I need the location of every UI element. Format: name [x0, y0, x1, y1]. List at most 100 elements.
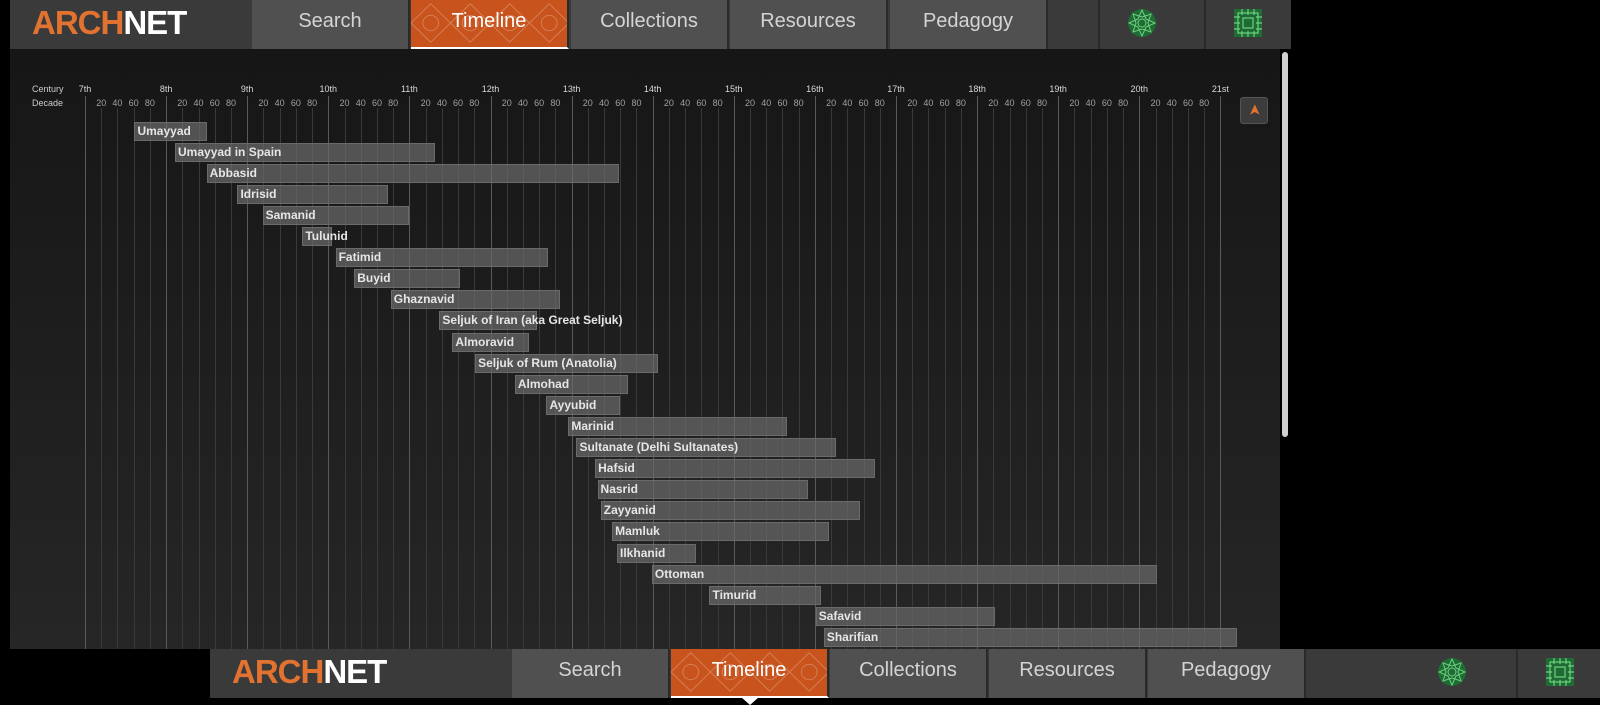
tab-timeline-bottom[interactable]: Timeline — [671, 649, 829, 705]
dynasty-label[interactable]: Seljuk of Iran (aka Great Seljuk) — [442, 311, 622, 330]
decade-tick-label: 60 — [453, 98, 464, 108]
dynasty-bar[interactable] — [823, 627, 1237, 647]
dynasty-label[interactable]: Mamluk — [615, 522, 660, 541]
century-tick-label: 18th — [968, 84, 986, 94]
tab-pedagogy[interactable]: Pedagogy — [890, 0, 1048, 49]
dynasty-label[interactable]: Hafsid — [598, 459, 635, 478]
decade-tick-label: 40 — [842, 98, 853, 108]
decade-gridline — [117, 108, 119, 649]
decade-gridline — [182, 108, 184, 649]
dynasty-label[interactable]: Samanid — [266, 206, 316, 225]
decade-tick-label: 80 — [469, 98, 480, 108]
decade-tick-label: 20 — [1069, 98, 1080, 108]
dynasty-label[interactable]: Tulunid — [305, 227, 347, 246]
decade-gridline — [230, 108, 232, 649]
lattice-button-bottom[interactable] — [1516, 649, 1600, 698]
decade-gridline — [474, 108, 476, 649]
tab-collections[interactable]: Collections — [571, 0, 729, 49]
century-tick-label: 19th — [1049, 84, 1067, 94]
century-tick-label: 16th — [806, 84, 824, 94]
tab-timeline[interactable]: Timeline — [411, 0, 569, 56]
decade-tick-label: 80 — [1199, 98, 1210, 108]
decade-gridline — [101, 108, 103, 649]
dynasty-label[interactable]: Timurid — [712, 586, 756, 605]
decade-tick-label: 40 — [680, 98, 691, 108]
dynasty-label[interactable]: Umayyad — [137, 122, 190, 141]
decade-tick-label: 20 — [339, 98, 350, 108]
century-tick-label: 11th — [400, 84, 418, 94]
decade-tick-label: 40 — [1166, 98, 1177, 108]
decade-gridline — [1187, 108, 1189, 649]
decade-tick-label: 20 — [826, 98, 837, 108]
tab-search[interactable]: Search — [252, 0, 410, 49]
decade-tick-label: 40 — [193, 98, 204, 108]
dynasty-bar[interactable] — [206, 163, 619, 183]
dynasty-label[interactable]: Marinid — [571, 417, 614, 436]
archnet-logo-bottom[interactable]: ARCHNET — [232, 653, 387, 691]
decade-tick-label: 40 — [517, 98, 528, 108]
decade-tick-label: 20 — [907, 98, 918, 108]
decade-gridline — [393, 108, 395, 649]
dynasty-label[interactable]: Ilkhanid — [620, 544, 665, 563]
decade-gridline — [506, 108, 508, 649]
archnet-logo[interactable]: ARCHNET — [32, 4, 187, 42]
dynasty-label[interactable]: Safavid — [819, 607, 862, 626]
century-tick-label: 17th — [887, 84, 905, 94]
tab-pedagogy-bottom[interactable]: Pedagogy — [1148, 649, 1306, 698]
dynasty-label[interactable]: Zayyanid — [604, 501, 656, 520]
century-tick-label: 10th — [319, 84, 338, 94]
dynasty-label[interactable]: Idrisid — [240, 185, 276, 204]
tab-search-bottom[interactable]: Search — [512, 649, 670, 698]
dynasty-label[interactable]: Sharifian — [827, 628, 878, 647]
dynasty-label[interactable]: Fatimid — [339, 248, 382, 267]
decade-tick-label: 40 — [112, 98, 123, 108]
decade-tick-label: 80 — [1036, 98, 1047, 108]
decade-gridline — [133, 108, 135, 649]
decade-tick-label: 80 — [793, 98, 804, 108]
tab-resources-bottom[interactable]: Resources — [989, 649, 1147, 698]
decade-tick-label: 20 — [745, 98, 756, 108]
dynasty-label[interactable]: Nasrid — [601, 480, 638, 499]
decade-tick-label: 60 — [777, 98, 788, 108]
tab-collections-bottom[interactable]: Collections — [830, 649, 988, 698]
decade-gridline — [198, 108, 200, 649]
decade-tick-label: 80 — [550, 98, 561, 108]
decade-tick-label: 80 — [1118, 98, 1129, 108]
decade-tick-label: 60 — [1182, 98, 1193, 108]
decade-tick-label: 60 — [1020, 98, 1031, 108]
century-tick-label: 7th — [78, 84, 92, 94]
dynasty-label[interactable]: Umayyad in Spain — [178, 143, 281, 162]
decade-tick-label: 60 — [696, 98, 707, 108]
decade-tick-label: 20 — [258, 98, 269, 108]
decade-tick-label: 40 — [355, 98, 366, 108]
lattice-button[interactable] — [1204, 0, 1288, 49]
scroll-top-button[interactable]: ➤ — [1240, 97, 1268, 124]
century-gridline — [85, 96, 86, 649]
decade-tick-label: 20 — [96, 98, 107, 108]
decade-tick-label: 40 — [1004, 98, 1015, 108]
dynasty-label[interactable]: Sultanate (Delhi Sultanates) — [579, 438, 738, 457]
arrow-up-icon: ➤ — [1246, 103, 1264, 117]
dynasty-label[interactable]: Seljuk of Rum (Anatolia) — [478, 354, 617, 373]
dynasty-label[interactable]: Buyid — [357, 269, 390, 288]
dynasty-label[interactable]: Ayyubid — [549, 396, 596, 415]
dynasty-label[interactable]: Almoravid — [455, 333, 514, 352]
tab-resources[interactable]: Resources — [730, 0, 888, 49]
decade-gridline — [425, 108, 427, 649]
dynasty-bar[interactable] — [595, 459, 875, 479]
dynasty-label[interactable]: Ghaznavid — [394, 290, 455, 309]
rosette-button-bottom[interactable] — [1410, 649, 1494, 698]
decade-gridline — [149, 108, 151, 649]
top-nav: ARCHNET Search Timeline Collections Reso… — [10, 0, 1291, 56]
decade-gridline — [441, 108, 443, 649]
scrollbar-thumb[interactable] — [1282, 52, 1288, 437]
decade-tick-label: 60 — [534, 98, 545, 108]
dynasty-label[interactable]: Almohad — [518, 375, 569, 394]
decade-tick-label: 80 — [144, 98, 155, 108]
rosette-button[interactable] — [1098, 0, 1182, 49]
bottom-nav: ARCHNET Search Timeline Collections Reso… — [210, 649, 1600, 705]
decade-tick-label: 60 — [858, 98, 869, 108]
dynasty-label[interactable]: Ottoman — [655, 565, 704, 584]
dynasty-bar[interactable] — [651, 564, 1158, 584]
dynasty-label[interactable]: Abbasid — [210, 164, 257, 183]
